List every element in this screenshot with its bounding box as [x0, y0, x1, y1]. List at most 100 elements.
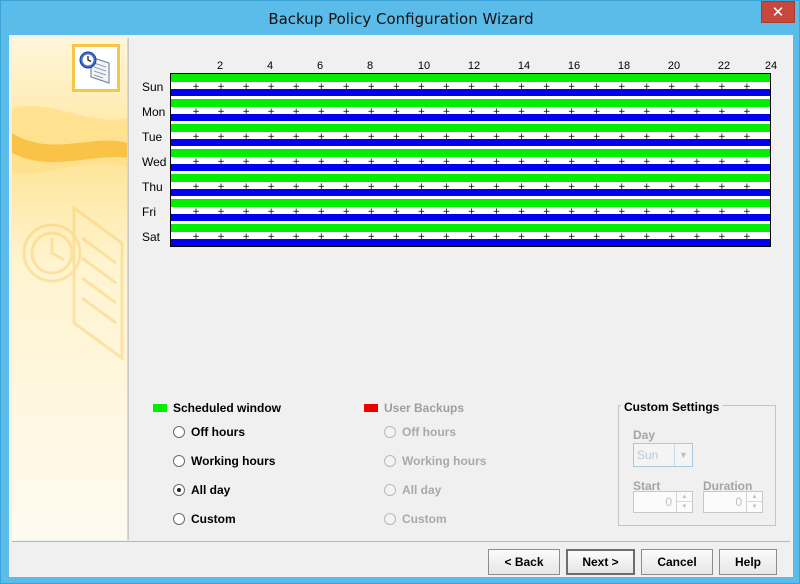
day-label: Sat	[142, 230, 161, 244]
hour-tick-label: 12	[467, 60, 481, 72]
hour-tick-mark: +	[743, 182, 751, 192]
hour-tick-mark: +	[393, 232, 401, 242]
duration-spin-buttons[interactable]: ▲ ▼	[746, 492, 762, 512]
hour-tick-mark: +	[643, 132, 651, 142]
scheduled-working-hours-radio[interactable]: Working hours	[173, 454, 275, 468]
scheduled-off-hours-radio[interactable]: Off hours	[173, 425, 245, 439]
user-working-hours-radio[interactable]: Working hours	[384, 454, 486, 468]
chevron-down-icon[interactable]: ▼	[674, 444, 692, 466]
close-button[interactable]: ✕	[761, 1, 795, 23]
hour-tick-mark: +	[618, 107, 626, 117]
scheduled-window-band	[171, 174, 770, 182]
radio-circle[interactable]	[173, 484, 185, 496]
spin-up-icon[interactable]: ▲	[747, 492, 762, 502]
hour-tick-mark: +	[468, 82, 476, 92]
scheduled-window-band	[171, 149, 770, 157]
hour-tick-mark: +	[568, 132, 576, 142]
hour-tick-mark: +	[468, 157, 476, 167]
back-button[interactable]: < Back	[488, 549, 560, 575]
hour-tick-mark: +	[242, 182, 250, 192]
radio-label: All day	[191, 483, 231, 497]
radio-label: Off hours	[191, 425, 245, 439]
scheduled-custom-radio[interactable]: Custom	[173, 512, 236, 526]
hour-tick-mark: +	[618, 182, 626, 192]
hour-tick-mark: +	[618, 207, 626, 217]
scheduled-window-legend: Scheduled window	[153, 401, 281, 415]
hour-tick-mark: +	[192, 132, 200, 142]
hour-tick-mark: +	[743, 107, 751, 117]
next-button[interactable]: Next >	[566, 549, 635, 575]
hour-tick-mark: +	[343, 132, 351, 142]
hour-tick-mark: +	[743, 82, 751, 92]
hour-tick-label: 8	[366, 60, 374, 72]
hour-tick-mark: +	[343, 207, 351, 217]
spin-down-icon[interactable]: ▼	[677, 502, 692, 512]
spin-down-icon[interactable]: ▼	[747, 502, 762, 512]
user-backups-legend: User Backups	[364, 401, 464, 415]
hour-tick-mark: +	[568, 207, 576, 217]
cancel-button[interactable]: Cancel	[641, 549, 713, 575]
hour-tick-mark: +	[443, 182, 451, 192]
user-custom-radio[interactable]: Custom	[384, 512, 447, 526]
start-spin-buttons[interactable]: ▲ ▼	[676, 492, 692, 512]
start-spinner[interactable]: 0 ▲ ▼	[633, 491, 693, 513]
radio-label: Custom	[402, 512, 447, 526]
hour-tick-mark: +	[668, 82, 676, 92]
hour-tick-mark: +	[493, 157, 501, 167]
hour-tick-mark: +	[743, 157, 751, 167]
schedule-grid[interactable]: + + + + + + + + + + + + + + + + + + + + + + + + + + + + + + + + + + + + + + + +…	[170, 73, 771, 247]
hour-tick-mark: +	[618, 232, 626, 242]
hour-tick-label: 24	[764, 60, 778, 72]
radio-circle[interactable]	[384, 426, 396, 438]
hour-tick-mark: +	[242, 82, 250, 92]
hour-tick-mark: +	[418, 207, 426, 217]
radio-circle[interactable]	[384, 513, 396, 525]
duration-spinner[interactable]: 0 ▲ ▼	[703, 491, 763, 513]
radio-label: Working hours	[191, 454, 276, 468]
window-title: Backup Policy Configuration Wizard	[268, 10, 534, 28]
hour-tick-mark: +	[242, 157, 250, 167]
hour-tick-mark: +	[568, 82, 576, 92]
hour-tick-mark: +	[693, 157, 701, 167]
radio-circle[interactable]	[384, 484, 396, 496]
hour-tick-mark: +	[192, 107, 200, 117]
hour-tick-mark: +	[217, 132, 225, 142]
duration-value: 0	[735, 495, 742, 509]
hour-tick-label: 10	[417, 60, 431, 72]
hour-tick-mark: +	[643, 182, 651, 192]
hour-tick-mark: +	[217, 232, 225, 242]
hour-tick-mark: +	[242, 107, 250, 117]
start-value: 0	[665, 495, 672, 509]
radio-circle[interactable]	[173, 455, 185, 467]
hour-tick-mark: +	[368, 182, 376, 192]
hour-tick-mark: +	[718, 82, 726, 92]
hour-tick-mark: +	[643, 232, 651, 242]
hour-tick-mark: +	[618, 82, 626, 92]
spin-up-icon[interactable]: ▲	[677, 492, 692, 502]
scheduled-all-day-radio[interactable]: All day	[173, 483, 230, 497]
hour-tick-mark: +	[192, 157, 200, 167]
row-gap	[171, 221, 770, 224]
help-button[interactable]: Help	[719, 549, 777, 575]
day-label: Wed	[142, 155, 167, 169]
schedule-grid-canvas[interactable]: + + + + + + + + + + + + + + + + + + + + + + + + + + + + + + + + + + + + + + + +…	[171, 74, 771, 247]
hour-tick-mark: +	[543, 107, 551, 117]
user-all-day-radio[interactable]: All day	[384, 483, 441, 497]
hour-tick-mark: +	[743, 207, 751, 217]
hour-tick-mark: +	[668, 107, 676, 117]
row-gap	[171, 246, 771, 247]
day-select[interactable]: Sun ▼	[633, 443, 693, 467]
hour-tick-mark: +	[693, 207, 701, 217]
row-gap	[171, 121, 770, 124]
radio-label: Custom	[191, 512, 236, 526]
radio-circle[interactable]	[384, 455, 396, 467]
radio-circle[interactable]	[173, 513, 185, 525]
hour-tick-mark: +	[543, 132, 551, 142]
radio-circle[interactable]	[173, 426, 185, 438]
hour-tick-mark: +	[292, 207, 300, 217]
hour-tick-mark: +	[593, 132, 601, 142]
hour-tick-mark: +	[393, 82, 401, 92]
user-off-hours-radio[interactable]: Off hours	[384, 425, 456, 439]
hour-tick-mark: +	[543, 82, 551, 92]
hour-tick-mark: +	[443, 207, 451, 217]
